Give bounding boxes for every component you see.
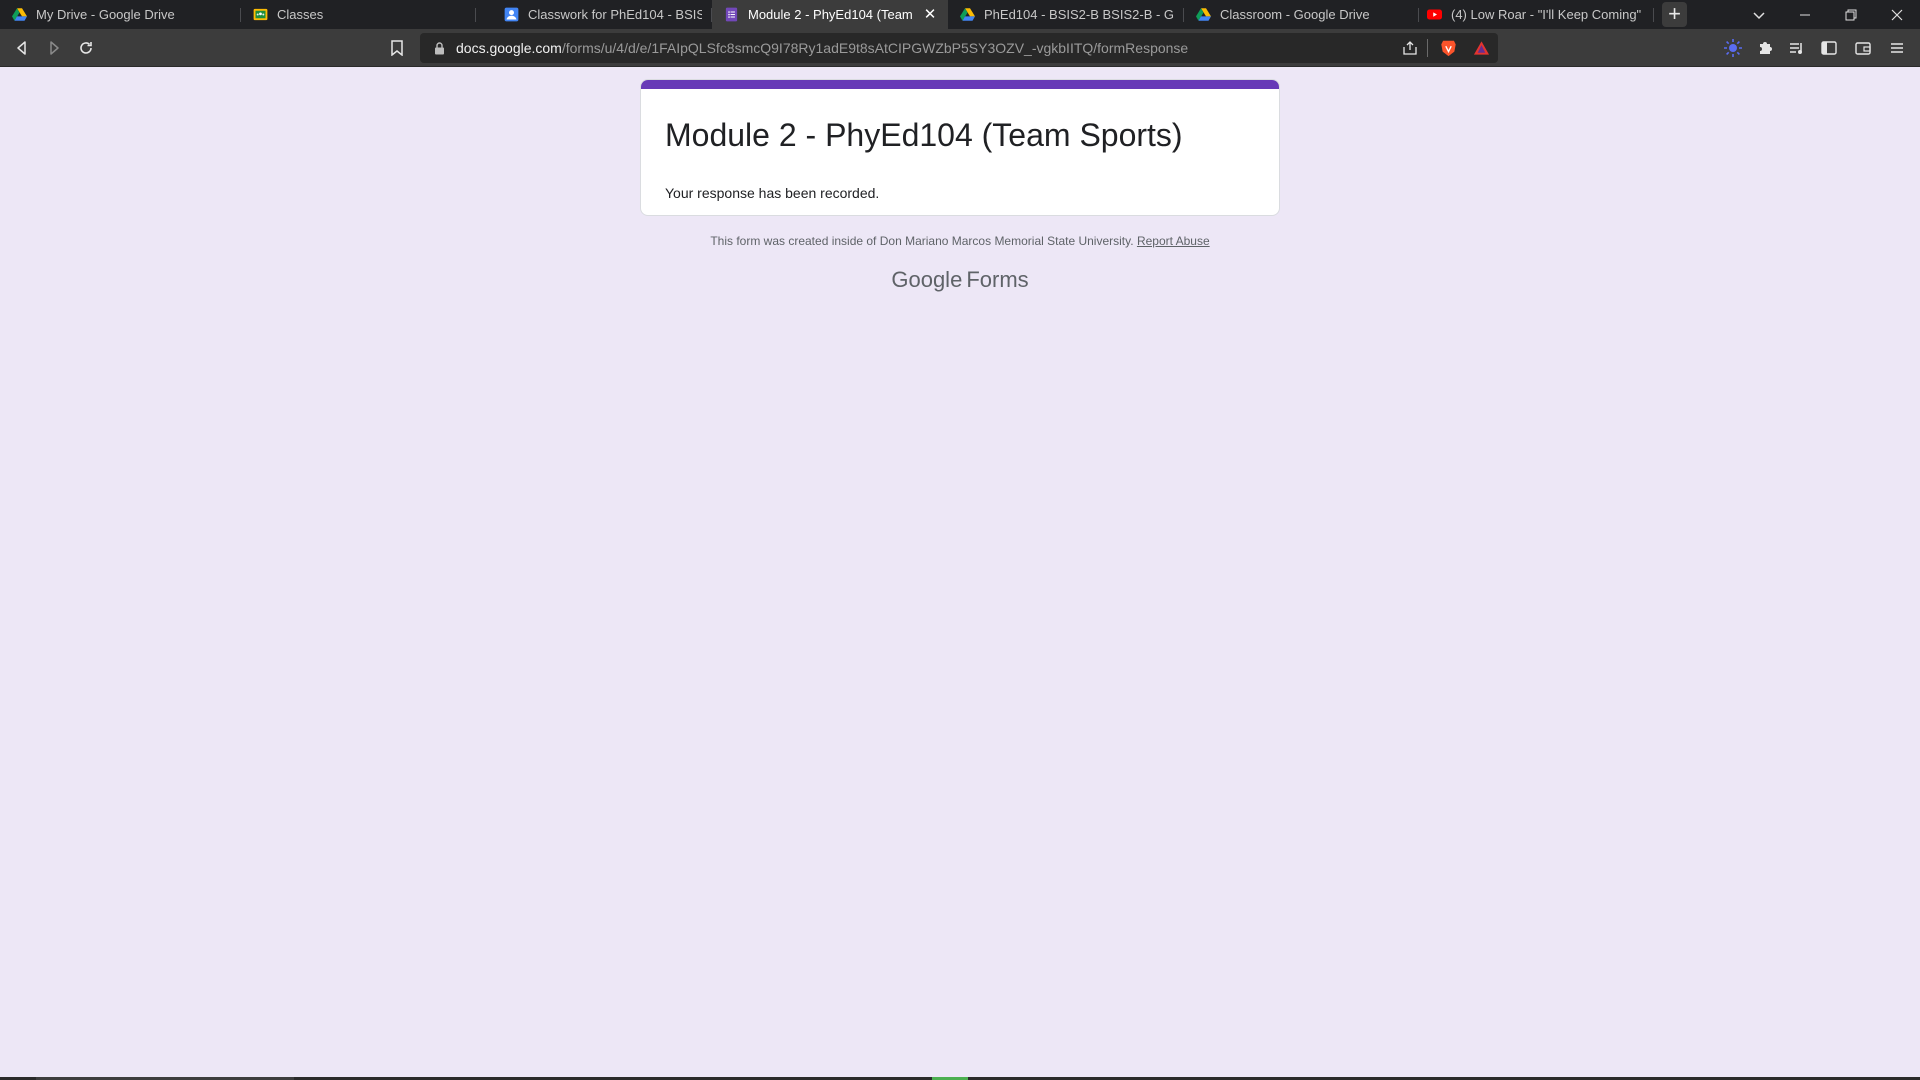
restore-icon [1845,9,1857,20]
tab-search-button[interactable] [1736,0,1782,29]
wallet-button[interactable] [1850,35,1876,61]
brave-rewards-icon [1473,41,1489,55]
minimize-button[interactable] [1782,0,1828,29]
media-controls-button[interactable] [1784,35,1810,61]
playlist-icon [1790,43,1802,54]
tab-title: PhEd104 - BSIS2-B BSIS2-B - Google [984,7,1174,22]
chevron-down-icon [1753,11,1765,19]
google-forms-icon [724,7,739,22]
url-path: /forms/u/4/d/e/1FAIpQLSfc8smcQ9I78Ry1adE… [561,40,1189,56]
tab-title: Classes [277,7,324,22]
classroom-people-icon [504,7,519,22]
close-window-button[interactable] [1874,0,1920,29]
bookmark-button[interactable] [384,35,410,61]
bookmark-icon [391,40,403,56]
main-menu-button[interactable] [1884,35,1910,61]
close-tab-icon[interactable]: ✕ [922,6,938,23]
address-bar[interactable]: docs.google.com/forms/u/4/d/e/1FAIpQLSfc… [420,33,1498,63]
tab-module-2-form[interactable]: Module 2 - PhyEd104 (Team Spo ✕ [712,0,948,29]
brave-shields-button[interactable] [1435,35,1461,61]
reload-button[interactable] [73,35,99,61]
restore-button[interactable] [1828,0,1874,29]
reload-icon [80,42,92,54]
form-response-page: Module 2 - PhyEd104 (Team Sports) Your r… [0,67,1920,1077]
tab-title: My Drive - Google Drive [36,7,175,22]
sidebar-icon [1821,41,1837,55]
google-classroom-icon [253,7,268,22]
toolbar-divider [1427,39,1428,57]
back-arrow-icon [17,41,26,55]
browser-toolbar: docs.google.com/forms/u/4/d/e/1FAIpQLSfc… [0,29,1920,67]
report-abuse-link[interactable]: Report Abuse [1137,234,1210,248]
tab-title: Classroom - Google Drive [1220,7,1370,22]
minimize-icon [1800,14,1810,15]
tab-title: (4) Low Roar - "I'll Keep Coming" - Yo [1451,7,1644,22]
hamburger-menu-icon [1891,43,1903,53]
footer-text: This form was created inside of Don Mari… [710,234,1134,248]
form-footer-note: This form was created inside of Don Mari… [0,234,1920,248]
sun-extension-icon [1724,39,1742,57]
brand-google: Google [891,267,963,292]
confirmation-message: Your response has been recorded. [665,185,880,201]
brand-forms: Forms [966,267,1029,292]
url-text: docs.google.com/forms/u/4/d/e/1FAIpQLSfc… [456,40,1188,56]
url-host: docs.google.com [456,40,562,56]
back-button[interactable] [9,35,35,61]
google-forms-logo[interactable]: Google Forms [0,267,1920,293]
confirmation-card: Module 2 - PhyEd104 (Team Sports) Your r… [640,79,1280,216]
tab-title: Module 2 - PhyEd104 (Team Spo [748,7,914,22]
sidebar-button[interactable] [1816,35,1842,61]
tab-phed104-drive[interactable]: PhEd104 - BSIS2-B BSIS2-B - Google [948,0,1184,29]
google-drive-icon [1196,7,1211,22]
tab-classes[interactable]: Classes [241,0,476,29]
extension-button[interactable] [1720,35,1746,61]
forward-arrow-icon [50,41,59,55]
share-icon [1403,41,1417,55]
wallet-icon [1855,42,1871,55]
plus-icon: + [1662,2,1687,27]
tab-classroom-drive[interactable]: Classroom - Google Drive [1184,0,1419,29]
tab-youtube[interactable]: (4) Low Roar - "I'll Keep Coming" - Yo [1419,0,1654,29]
brave-rewards-button[interactable] [1468,35,1494,61]
google-drive-icon [960,7,975,22]
form-title: Module 2 - PhyEd104 (Team Sports) [665,117,1183,153]
youtube-icon [1427,7,1442,22]
puzzle-icon [1760,42,1772,54]
forward-button[interactable] [41,35,67,61]
tab-classwork[interactable]: Classwork for PhEd104 - BSIS2-B BSIS [476,0,712,29]
tab-strip: My Drive - Google Drive Classes Classwor… [0,0,1920,29]
tab-my-drive[interactable]: My Drive - Google Drive [0,0,241,29]
lock-icon[interactable] [432,41,446,55]
extensions-menu-button[interactable] [1752,35,1778,61]
close-icon [1891,9,1903,20]
google-drive-icon [12,7,27,22]
new-tab-button[interactable]: + [1660,0,1689,29]
share-button[interactable] [1397,35,1423,61]
brave-lion-icon [1440,40,1456,57]
accent-bar [641,80,1279,89]
tab-title: Classwork for PhEd104 - BSIS2-B BSIS [528,7,702,22]
